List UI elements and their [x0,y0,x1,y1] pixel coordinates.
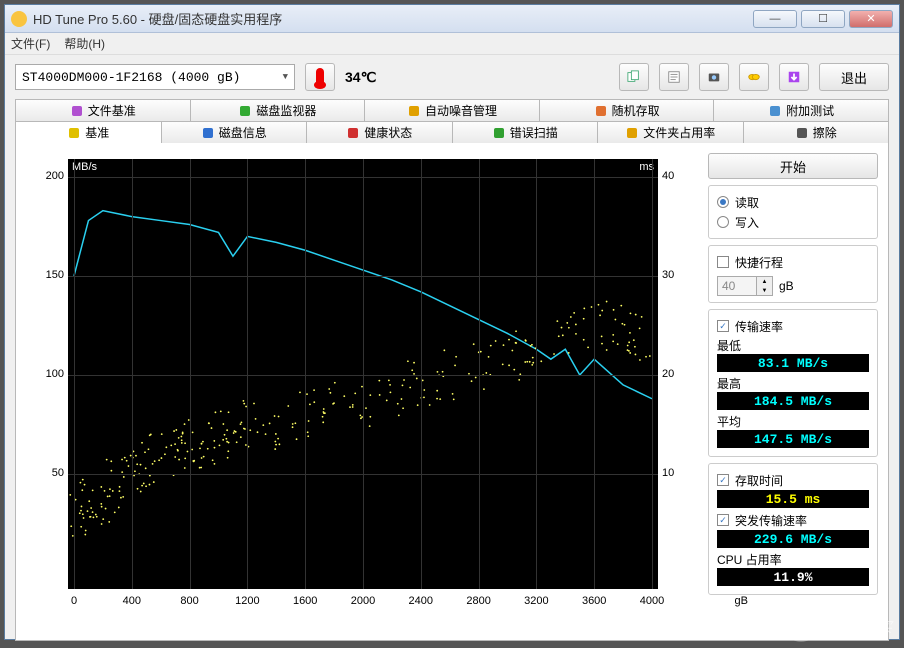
chevron-down-icon: ▼ [283,72,288,82]
checkbox-on-icon: ✓ [717,474,729,486]
start-button[interactable]: 开始 [708,153,878,179]
min-label: 最低 [717,336,869,354]
titlebar[interactable]: HD Tune Pro 5.60 - 硬盘/固态硬盘实用程序 — ☐ ✕ [5,5,899,33]
tab-文件基准[interactable]: 文件基准 [15,99,191,121]
short-stroke-group: 快捷行程 40 ▲▼ gB [708,245,878,303]
close-button[interactable]: ✕ [849,10,893,28]
app-icon [11,11,27,27]
tab-icon [67,126,81,140]
temperature-value: 34℃ [345,69,376,86]
tab-icon [346,126,360,140]
tab-icon [594,104,608,118]
short-stroke-value-row: 40 ▲▼ gB [717,276,869,296]
burst-value: 229.6 MB/s [717,530,869,548]
menu-file[interactable]: 文件(F) [11,35,50,52]
copy-button[interactable] [619,63,649,91]
write-radio[interactable]: 写入 [717,212,869,232]
min-value: 83.1 MB/s [717,354,869,372]
cpu-value: 11.9% [717,568,869,586]
tabs-top-row: 文件基准磁盘监视器自动噪音管理随机存取附加测试 [15,99,889,121]
access-burst-group: ✓ 存取时间 15.5 ms ✓ 突发传输速率 229.6 MB/s CPU 占… [708,463,878,595]
drive-selected: ST4000DM000-1F2168 (4000 gB) [22,70,240,85]
tab-icon [795,126,809,140]
app-window: HD Tune Pro 5.60 - 硬盘/固态硬盘实用程序 — ☐ ✕ 文件(… [4,4,900,640]
transfer-group: ✓ 传输速率 最低 83.1 MB/s 最高 184.5 MB/s 平均 147… [708,309,878,457]
benchmark-chart: MB/s ms 50101002015030200400400800120016… [68,159,658,589]
screenshot-button[interactable] [699,63,729,91]
save-button[interactable] [779,63,809,91]
tab-磁盘监视器[interactable]: 磁盘监视器 [191,99,366,121]
checkbox-on-icon: ✓ [717,514,729,526]
menubar: 文件(F) 帮助(H) [5,33,899,55]
side-panel: 开始 读取 写入 快捷行程 40 [708,153,878,630]
maximize-button[interactable]: ☐ [801,10,845,28]
radio-off-icon [717,216,729,228]
drive-dropdown[interactable]: ST4000DM000-1F2168 (4000 gB) ▼ [15,64,295,90]
avg-value: 147.5 MB/s [717,430,869,448]
tabs-bottom-row: 基准磁盘信息健康状态错误扫描文件夹占用率擦除 [15,121,889,143]
tab-磁盘信息[interactable]: 磁盘信息 [162,121,308,143]
max-value: 184.5 MB/s [717,392,869,410]
copy-text-button[interactable] [659,63,689,91]
tab-健康状态[interactable]: 健康状态 [307,121,453,143]
cpu-label: CPU 占用率 [717,550,869,568]
tabs: 文件基准磁盘监视器自动噪音管理随机存取附加测试 基准磁盘信息健康状态错误扫描文件… [5,99,899,143]
stroke-spinner[interactable]: 40 ▲▼ [717,276,773,296]
tab-随机存取[interactable]: 随机存取 [540,99,715,121]
titlebar-buttons: — ☐ ✕ [753,10,893,28]
chart-column: MB/s ms 50101002015030200400400800120016… [26,153,698,630]
spinner-buttons[interactable]: ▲▼ [756,277,772,295]
mode-group: 读取 写入 [708,185,878,239]
temperature-button[interactable] [305,63,335,91]
exit-button[interactable]: 退出 [819,63,889,91]
menu-help[interactable]: 帮助(H) [64,35,105,52]
avg-label: 平均 [717,412,869,430]
toolbar: ST4000DM000-1F2168 (4000 gB) ▼ 34℃ 退出 [5,55,899,99]
watermark-icon: 值 [786,612,816,642]
minimize-button[interactable]: — [753,10,797,28]
access-value: 15.5 ms [717,490,869,508]
tab-icon [238,104,252,118]
tab-icon [407,104,421,118]
thermometer-icon [316,68,324,86]
x-unit: gB [735,595,748,607]
tab-icon [625,126,639,140]
checkbox-on-icon: ✓ [717,320,729,332]
options-button[interactable] [739,63,769,91]
short-stroke-checkbox[interactable]: 快捷行程 [717,252,869,272]
tab-icon [201,126,215,140]
checkbox-off-icon [717,256,729,268]
transfer-checkbox[interactable]: ✓ 传输速率 [717,316,869,336]
tab-icon [492,126,506,140]
tab-文件夹占用率[interactable]: 文件夹占用率 [598,121,744,143]
content-area: MB/s ms 50101002015030200400400800120016… [15,143,889,641]
tab-icon [70,104,84,118]
tab-自动噪音管理[interactable]: 自动噪音管理 [365,99,540,121]
tab-基准[interactable]: 基准 [15,121,162,143]
radio-on-icon [717,196,729,208]
tab-错误扫描[interactable]: 错误扫描 [453,121,599,143]
burst-checkbox[interactable]: ✓ 突发传输速率 [717,510,869,530]
max-label: 最高 [717,374,869,392]
read-radio[interactable]: 读取 [717,192,869,212]
access-checkbox[interactable]: ✓ 存取时间 [717,470,869,490]
window-title: HD Tune Pro 5.60 - 硬盘/固态硬盘实用程序 [33,9,753,28]
tab-附加测试[interactable]: 附加测试 [714,99,889,121]
tab-icon [768,104,782,118]
tab-擦除[interactable]: 擦除 [744,121,890,143]
watermark: 值 什么值得买 [786,612,892,642]
